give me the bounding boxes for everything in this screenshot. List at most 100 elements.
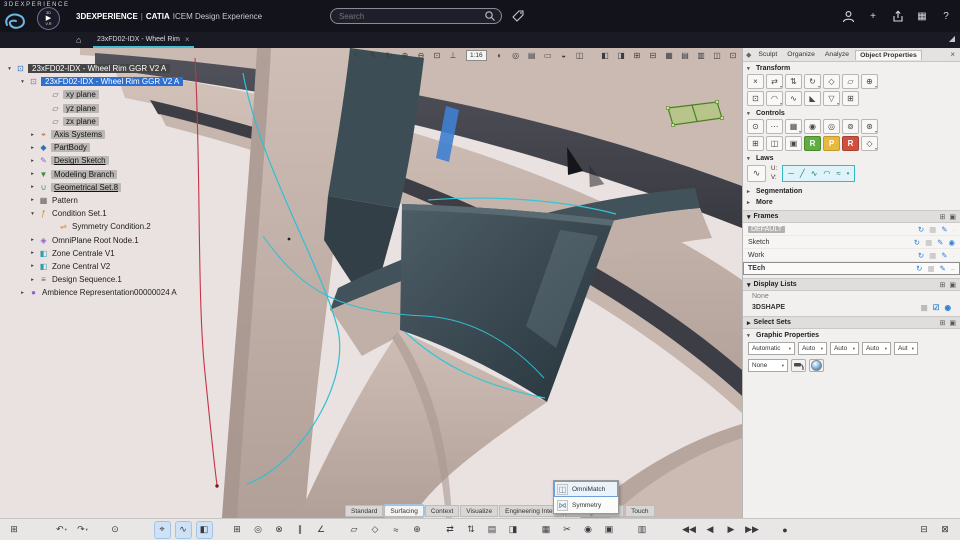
panel-tab[interactable]: Organize: [783, 50, 819, 60]
graphic-property-dropdown[interactable]: Auto ▾: [862, 342, 891, 356]
transform-section-header[interactable]: ▾ Transform: [743, 62, 960, 73]
control-tool-icon[interactable]: ◎: [823, 119, 840, 134]
tree-item[interactable]: ▸ ◧ Zone Centrale V1: [6, 247, 183, 260]
transform-tool-icon[interactable]: ⇅: [785, 74, 802, 89]
tree-item[interactable]: ▱ xy plane: [6, 88, 183, 101]
bottom-tool-icon[interactable]: ◉: [581, 522, 596, 538]
panel-close-icon[interactable]: ×: [948, 50, 957, 59]
3ds-logo-icon[interactable]: [3, 11, 31, 30]
section-action-icon[interactable]: ⊞: [940, 213, 946, 221]
frame-update-icon[interactable]: ↻: [918, 251, 924, 260]
viewport-tool-icon[interactable]: ⊖: [414, 49, 428, 62]
frame-row[interactable]: DEFAULT ↻ ▦ ✎ ·: [743, 223, 960, 237]
transform-tool-icon[interactable]: ×: [747, 74, 764, 89]
frame-edit-icon[interactable]: ✎: [941, 225, 947, 234]
tree-expand-caret[interactable]: ▸: [29, 197, 36, 203]
search-input[interactable]: [331, 11, 484, 21]
more-section-header[interactable]: ▸ More: [743, 196, 960, 207]
bottom-tool-icon[interactable]: ≈: [389, 522, 404, 538]
law-shape-icon[interactable]: ≈: [836, 169, 840, 178]
segmentation-section-header[interactable]: ▸ Segmentation: [743, 185, 960, 196]
bottom-tool-icon[interactable]: ↷ ▾: [75, 522, 90, 538]
tree-item[interactable]: ▸ ◈ OmniPlane Root Node.1: [6, 233, 183, 246]
frame-update-icon[interactable]: ↻: [914, 238, 920, 247]
tree-item[interactable]: ▸ ▦ Pattern: [6, 194, 183, 207]
tree-item[interactable]: ⇌ Symmetry Condition.2: [6, 220, 183, 233]
viewport-window-icon[interactable]: ⊞: [630, 49, 644, 62]
viewport-tool-icon[interactable]: ⊥: [446, 49, 460, 62]
bottom-tool-icon[interactable]: ▶▶: [745, 522, 760, 538]
bottom-tool-icon[interactable]: ⊠: [938, 522, 953, 538]
viewport-window-icon[interactable]: ◫: [710, 49, 724, 62]
tree-item-label[interactable]: Zone Centrale V1: [51, 249, 116, 258]
add-icon[interactable]: +: [867, 11, 879, 22]
tree-item-label[interactable]: OmniPlane Root Node.1: [51, 236, 140, 245]
law-selector[interactable]: ─ ╱ ∿ ◠ ≈ ▾: [782, 165, 856, 183]
control-tool-icon[interactable]: ◫: [766, 136, 783, 151]
tree-item[interactable]: ▸ ⌖ Axis Systems: [6, 128, 183, 141]
viewport-display-icon[interactable]: ▭: [541, 49, 555, 62]
apps-grid-icon[interactable]: ▦: [916, 11, 928, 22]
law-type-icon[interactable]: ∿: [747, 165, 766, 183]
construction-point[interactable]: [287, 237, 291, 241]
tree-item-label[interactable]: Axis Systems: [51, 130, 106, 140]
law-shape-icon[interactable]: ─: [788, 169, 794, 178]
transform-tool-icon[interactable]: ∿: [785, 91, 802, 106]
viewport-display-icon[interactable]: ◫: [573, 49, 587, 62]
tree-expand-caret[interactable]: ▸: [29, 158, 36, 164]
control-tool-icon[interactable]: ⋯: [766, 119, 783, 134]
tree-item[interactable]: ▸ ∪ Geometrical Set.8: [6, 181, 183, 194]
workbench-tab[interactable]: Touch: [625, 505, 655, 517]
transform-tool-icon[interactable]: ◣: [804, 91, 821, 106]
flyout-command[interactable]: ◫ OmniMatch: [554, 481, 618, 497]
transform-tool-icon[interactable]: ▱: [842, 74, 859, 89]
panel-tab[interactable]: Analyze: [821, 50, 853, 60]
home-icon[interactable]: ⌂: [76, 32, 81, 48]
tree-item-label[interactable]: Modeling Branch: [51, 169, 118, 179]
frame-visibility-icon[interactable]: ·: [953, 251, 956, 260]
3dexperience-compass-icon[interactable]: 3D ▶ V.R: [37, 7, 60, 30]
tree-expand-caret[interactable]: ▸: [19, 290, 26, 296]
bottom-tool-icon[interactable]: ∠: [314, 522, 329, 538]
bottom-tool-icon[interactable]: ▥: [635, 522, 650, 538]
bottom-tool-icon[interactable]: ⇅: [464, 522, 479, 538]
tree-item-label[interactable]: PartBody: [51, 143, 90, 153]
user-profile-icon[interactable]: [842, 10, 855, 23]
frame-row[interactable]: Work ↻ ▦ ✎ ·: [743, 249, 960, 263]
section-action-icon[interactable]: ▣: [949, 213, 956, 221]
select-sets-section-header[interactable]: ▸ Select Sets ⊞ ▣: [743, 316, 960, 330]
frame-visibility-icon[interactable]: –: [951, 264, 955, 273]
display-lists-section-header[interactable]: ▾ Display Lists ⊞ ▣: [743, 278, 960, 292]
document-tab-close-icon[interactable]: ×: [185, 35, 190, 44]
tree-item-label[interactable]: Design Sequence.1: [51, 275, 123, 284]
bottom-tool-icon[interactable]: ✂: [560, 522, 575, 538]
workbench-tab[interactable]: Context: [424, 505, 460, 517]
viewport-tool-icon[interactable]: ↖: [350, 49, 364, 62]
graphic-property-dropdown[interactable]: Auto ▾: [830, 342, 859, 356]
bottom-tool-icon[interactable]: ◎: [251, 522, 266, 538]
display-list-icon[interactable]: ▦: [921, 303, 928, 312]
transform-tool-icon[interactable]: ⊕ ▾: [861, 74, 878, 89]
display-list-owner-row[interactable]: 3DSHAPE ▦ ☑ ◉: [743, 302, 960, 313]
viewport-window-icon[interactable]: ⊡: [726, 49, 740, 62]
tree-selected-label[interactable]: 23xFD02-IDX - Wheel Rim GGR V2 A: [41, 77, 184, 87]
law-shape-icon[interactable]: ◠: [823, 169, 830, 178]
tag-icon[interactable]: [511, 9, 525, 23]
transform-tool-icon[interactable]: ⊞: [842, 91, 859, 106]
bottom-tool-icon[interactable]: ∿: [175, 520, 192, 539]
tree-expand-caret[interactable]: ▸: [29, 277, 36, 283]
document-tab[interactable]: 23xFD02-IDX - Wheel Rim ×: [93, 32, 194, 48]
help-icon[interactable]: ?: [940, 11, 952, 22]
frame-label[interactable]: Sketch: [748, 239, 769, 246]
control-tool-icon[interactable]: P: [823, 136, 840, 151]
bottom-tool-icon[interactable]: ◀◀: [682, 522, 697, 538]
bottom-tool-icon[interactable]: ▣: [602, 522, 617, 538]
viewport-window-icon[interactable]: ◨: [614, 49, 628, 62]
material-sphere-icon[interactable]: [809, 359, 824, 373]
bottom-tool-icon[interactable]: ⊟: [917, 522, 932, 538]
flyout-command[interactable]: ⋈ Symmetry: [554, 497, 618, 513]
workbench-tab[interactable]: Visualize: [460, 505, 499, 517]
3d-viewport[interactable]: ↖ ✎ ↻ ⊕ ⊖ ⊡ ⊥ 1:16 ◐ ◎ ▤ ▭ ◒ ◫ ◧ ◨ ⊞ ⊟ ▦ ▤ ▥ ◫ ⊡ ▾ ⊡ 23xFD0…: [0, 48, 742, 518]
bottom-tool-icon[interactable]: ⊞: [230, 522, 245, 538]
law-shape-icon[interactable]: ∿: [811, 169, 818, 178]
